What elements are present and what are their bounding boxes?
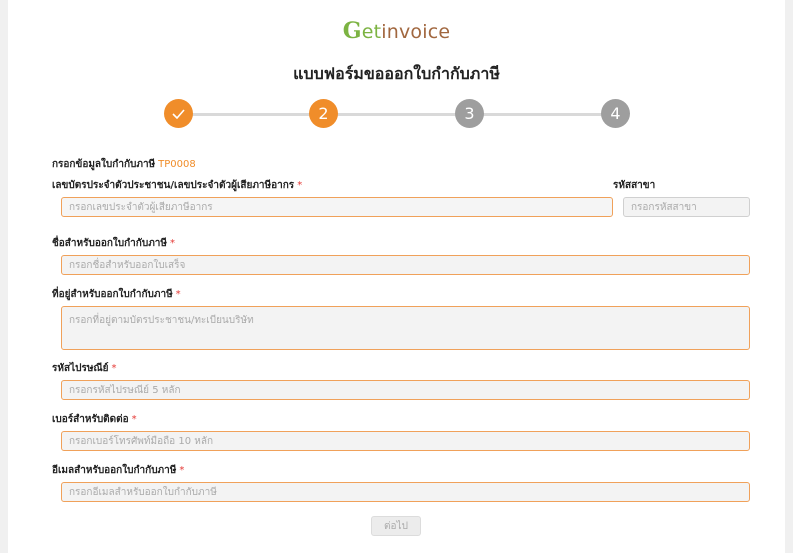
tax-id-input[interactable]: กรอกเลขประจำตัวผู้เสียภาษีอากร bbox=[61, 197, 613, 217]
step-2-label: 2 bbox=[318, 104, 329, 123]
email-label-text: อีเมลสำหรับออกใบกำกับภาษี bbox=[52, 465, 177, 476]
postal-code-input[interactable]: กรอกรหัสไปรษณีย์ 5 หลัก bbox=[61, 380, 750, 400]
stepper-connector-1 bbox=[178, 113, 323, 116]
next-button-label: ต่อไป bbox=[384, 520, 408, 532]
email-label: อีเมลสำหรับออกใบกำกับภาษี * bbox=[52, 463, 184, 478]
section-title: กรอกข้อมูลใบกำกับภาษี TP0008 bbox=[52, 157, 196, 172]
step-1-completed bbox=[164, 99, 193, 128]
address-label-text: ที่อยู่สำหรับออกใบกำกับภาษี bbox=[52, 289, 173, 300]
postal-code-placeholder: กรอกรหัสไปรษณีย์ 5 หลัก bbox=[69, 384, 181, 396]
stepper-connector-2 bbox=[323, 113, 469, 116]
branch-code-label: รหัสสาขา bbox=[613, 178, 655, 193]
branch-code-label-text: รหัสสาขา bbox=[613, 180, 656, 191]
step-3-label: 3 bbox=[464, 104, 475, 123]
stepper-connector-3 bbox=[469, 113, 615, 116]
branch-code-placeholder: กรอกรหัสสาขา bbox=[631, 201, 697, 213]
phone-label-text: เบอร์สำหรับติดต่อ bbox=[52, 414, 129, 425]
tax-id-placeholder: กรอกเลขประจำตัวผู้เสียภาษีอากร bbox=[69, 201, 213, 213]
address-label: ที่อยู่สำหรับออกใบกำกับภาษี * bbox=[52, 287, 181, 302]
required-mark: * bbox=[179, 465, 185, 476]
getinvoice-logo: Getinvoice bbox=[0, 18, 793, 44]
postal-code-label-text: รหัสไปรษณีย์ bbox=[52, 363, 109, 374]
email-input[interactable]: กรอกอีเมลสำหรับออกใบกำกับภาษี bbox=[61, 482, 750, 502]
branch-code-input[interactable]: กรอกรหัสสาขา bbox=[623, 197, 750, 217]
step-4-label: 4 bbox=[610, 104, 621, 123]
required-mark: * bbox=[297, 180, 303, 191]
next-button[interactable]: ต่อไป bbox=[371, 516, 421, 536]
logo-text-et: et bbox=[361, 21, 382, 43]
check-icon bbox=[172, 108, 185, 119]
logo-letter-g: G bbox=[342, 18, 362, 44]
step-3-pending: 3 bbox=[455, 99, 484, 128]
step-2-current: 2 bbox=[309, 99, 338, 128]
address-placeholder: กรอกที่อยู่ตามบัตรประชาชน/ทะเบียนบริษัท bbox=[69, 315, 254, 326]
section-code: TP0008 bbox=[158, 159, 196, 170]
required-mark: * bbox=[111, 363, 117, 374]
name-input[interactable]: กรอกชื่อสำหรับออกใบเสร็จ bbox=[61, 255, 750, 275]
required-mark: * bbox=[131, 414, 137, 425]
email-placeholder: กรอกอีเมลสำหรับออกใบกำกับภาษี bbox=[69, 486, 217, 498]
logo-text-invoice: invoice bbox=[381, 21, 451, 43]
phone-input[interactable]: กรอกเบอร์โทรศัพท์มือถือ 10 หลัก bbox=[61, 431, 750, 451]
required-mark: * bbox=[175, 289, 181, 300]
name-label-text: ชื่อสำหรับออกใบกำกับภาษี bbox=[52, 238, 167, 249]
postal-code-label: รหัสไปรษณีย์ * bbox=[52, 361, 117, 376]
address-textarea[interactable]: กรอกที่อยู่ตามบัตรประชาชน/ทะเบียนบริษัท bbox=[61, 306, 750, 350]
section-title-text: กรอกข้อมูลใบกำกับภาษี bbox=[52, 159, 156, 170]
phone-label: เบอร์สำหรับติดต่อ * bbox=[52, 412, 137, 427]
name-placeholder: กรอกชื่อสำหรับออกใบเสร็จ bbox=[69, 259, 186, 271]
tax-id-label-text: เลขบัตรประจำตัวประชาชน/เลขประจำตัวผู้เสี… bbox=[52, 180, 295, 191]
page-title: แบบฟอร์มขอออกใบกำกับภาษี bbox=[293, 64, 500, 83]
step-4-pending: 4 bbox=[601, 99, 630, 128]
required-mark: * bbox=[170, 238, 175, 249]
name-label: ชื่อสำหรับออกใบกำกับภาษี * bbox=[52, 236, 175, 251]
phone-placeholder: กรอกเบอร์โทรศัพท์มือถือ 10 หลัก bbox=[69, 435, 214, 447]
tax-id-label: เลขบัตรประจำตัวประชาชน/เลขประจำตัวผู้เสี… bbox=[52, 178, 302, 193]
